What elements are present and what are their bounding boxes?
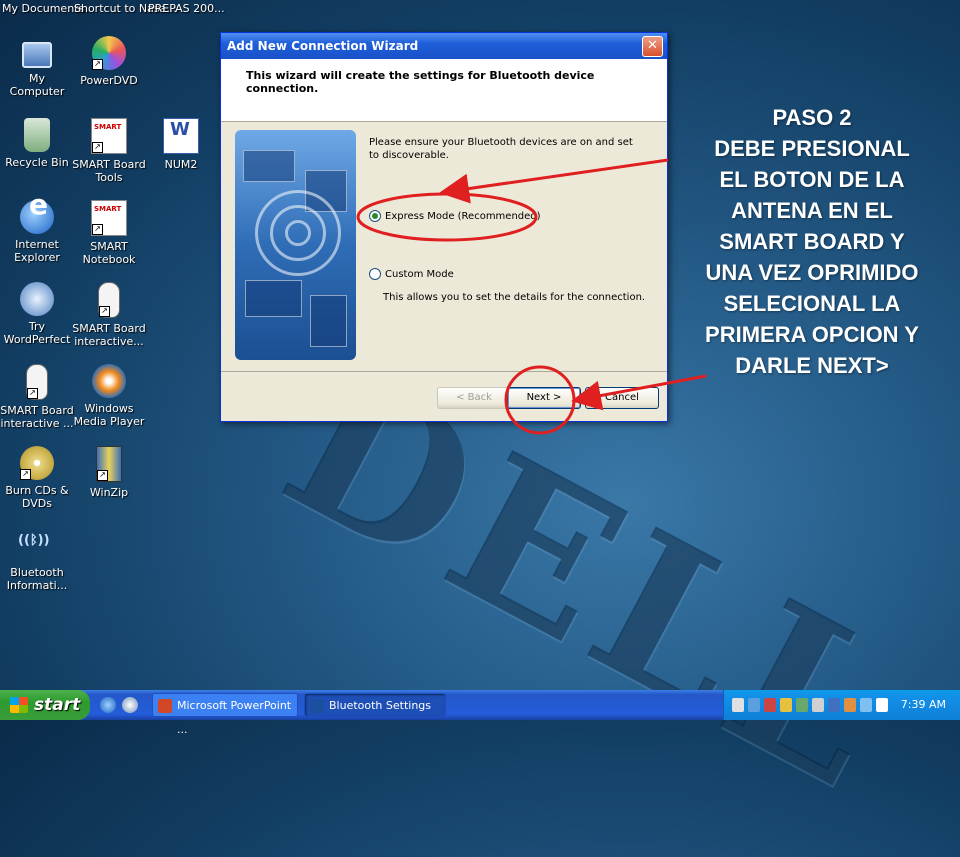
task-bluetooth-label: Bluetooth Settings	[329, 699, 432, 712]
tray-display-icon[interactable]	[876, 698, 888, 712]
tray-security-icon[interactable]	[780, 698, 792, 712]
add-new-connection-wizard: Add New Connection Wizard ✕ This wizard …	[220, 32, 668, 422]
bluetooth-icon	[18, 528, 54, 562]
smart-board-icon: ↗	[91, 118, 127, 154]
tray-monitor-icon[interactable]	[860, 698, 872, 712]
desktop-icon-powerdvd[interactable]: ↗ PowerDVD	[72, 36, 146, 87]
desktop-icon-internet-explorer[interactable]: Internet Explorer	[0, 198, 74, 264]
close-icon: ✕	[647, 38, 658, 53]
powerpoint-icon	[158, 699, 172, 713]
desktop-icon-smart-board-interactive-2[interactable]: ↗ SMART Board interactive ...	[0, 364, 74, 430]
custom-mode-label: Custom Mode	[385, 269, 454, 280]
wizard-body: Please ensure your Bluetooth devices are…	[221, 122, 667, 360]
instruction-line-2: EL BOTON DE LA	[719, 167, 905, 192]
task-bluetooth-settings[interactable]: Bluetooth Settings	[304, 693, 446, 717]
back-button[interactable]: < Back	[437, 387, 511, 409]
tray-network-icon[interactable]	[764, 698, 776, 712]
close-button[interactable]: ✕	[642, 36, 663, 57]
instruction-step: PASO 2	[772, 105, 852, 130]
instruction-line-3: ANTENA EN EL	[731, 198, 893, 223]
desktop-icon-smart-board-tools[interactable]: ↗ SMART Board Tools	[72, 118, 146, 184]
next-button[interactable]: Next >	[507, 387, 581, 409]
recycle-bin-icon	[24, 118, 50, 152]
desktop-icon-smart-notebook[interactable]: ↗ SMART Notebook	[72, 200, 146, 266]
mouse-icon: ↗	[98, 282, 120, 318]
start-label: start	[34, 695, 81, 715]
quicklaunch-ie-icon[interactable]	[100, 697, 116, 713]
wordperfect-icon	[20, 282, 54, 316]
taskbar: start Microsoft PowerPoint ... Bluetooth…	[0, 690, 960, 736]
system-tray: 7:39 AM	[723, 690, 960, 720]
desktop-icon-bluetooth-information[interactable]: Bluetooth Informati...	[0, 528, 74, 592]
desktop-icon-winzip[interactable]: ↗ WinZip	[72, 446, 146, 499]
cancel-button[interactable]: Cancel	[585, 387, 659, 409]
bluetooth-icon	[310, 699, 324, 713]
dialog-titlebar[interactable]: Add New Connection Wizard ✕	[221, 33, 667, 59]
my-documents-label[interactable]: My Documents	[2, 2, 84, 15]
dialog-title: Add New Connection Wizard	[227, 39, 419, 53]
express-mode-option[interactable]: Express Mode (Recommended)	[369, 210, 541, 222]
wizard-header: This wizard will create the settings for…	[221, 59, 667, 122]
desktop-icon-my-computer[interactable]: My Computer	[0, 36, 74, 98]
desktop-icon-num2[interactable]: NUM2	[144, 118, 218, 171]
tray-volume-icon[interactable]	[796, 698, 808, 712]
instruction-line-1: DEBE PRESIONAL	[714, 136, 910, 161]
cd-icon: ↗	[20, 446, 54, 480]
instruction-line-5: UNA VEZ OPRIMIDO	[705, 260, 919, 285]
quicklaunch-mediaplayer-icon[interactable]	[122, 697, 138, 713]
button-divider	[221, 371, 667, 372]
express-mode-label: Express Mode (Recommended)	[385, 211, 541, 222]
instruction-line-8: DARLE NEXT>	[735, 353, 889, 378]
clock[interactable]: 7:39 AM	[901, 690, 946, 720]
custom-mode-description: This allows you to set the details for t…	[383, 292, 646, 303]
custom-mode-option[interactable]: Custom Mode	[369, 268, 454, 280]
express-mode-radio[interactable]	[369, 210, 381, 222]
tray-update-icon[interactable]	[844, 698, 856, 712]
desktop-icon-windows-media-player[interactable]: Windows Media Player	[72, 364, 146, 428]
instruction-line-7: PRIMERA OPCION Y	[705, 322, 919, 347]
instruction-line-4: SMART BOARD Y	[719, 229, 905, 254]
word-document-icon	[163, 118, 199, 154]
mouse-icon: ↗	[26, 364, 48, 400]
task-powerpoint-label: Microsoft PowerPoint ...	[177, 699, 292, 736]
instruction-line-6: SELECIONAL LA	[723, 291, 901, 316]
wizard-intro-text: Please ensure your Bluetooth devices are…	[369, 137, 633, 161]
custom-mode-radio[interactable]	[369, 268, 381, 280]
powerdvd-icon: ↗	[92, 36, 126, 70]
smart-notebook-icon: ↗	[91, 200, 127, 236]
tray-device-icon[interactable]	[828, 698, 840, 712]
winzip-icon: ↗	[96, 446, 122, 482]
instruction-text: PASO 2 DEBE PRESIONAL EL BOTON DE LA ANT…	[672, 102, 952, 381]
task-powerpoint[interactable]: Microsoft PowerPoint ...	[152, 693, 298, 736]
desktop-icon-smart-board-interactive-1[interactable]: ↗ SMART Board interactive...	[72, 282, 146, 348]
wizard-header-text: This wizard will create the settings for…	[246, 69, 595, 95]
bluetooth-illustration	[235, 130, 356, 360]
desktop-icon-try-wordperfect[interactable]: Try WordPerfect	[0, 282, 74, 346]
tray-power-icon[interactable]	[812, 698, 824, 712]
top-icon-labels: My Documents Shortcut to Nasa... PREPAS …	[0, 0, 960, 20]
media-player-icon	[92, 364, 126, 398]
my-computer-icon	[22, 42, 52, 68]
desktop-icon-recycle-bin[interactable]: Recycle Bin	[0, 118, 74, 169]
windows-flag-icon	[10, 697, 28, 713]
internet-explorer-icon	[20, 198, 54, 234]
start-button[interactable]: start	[0, 690, 90, 720]
tray-bluetooth-icon[interactable]	[748, 698, 760, 712]
prepas-label[interactable]: PREPAS 200...	[148, 2, 225, 15]
desktop-icon-burn-cds[interactable]: ↗ Burn CDs & DVDs	[0, 446, 74, 510]
tray-arrow-icon[interactable]	[732, 698, 744, 712]
